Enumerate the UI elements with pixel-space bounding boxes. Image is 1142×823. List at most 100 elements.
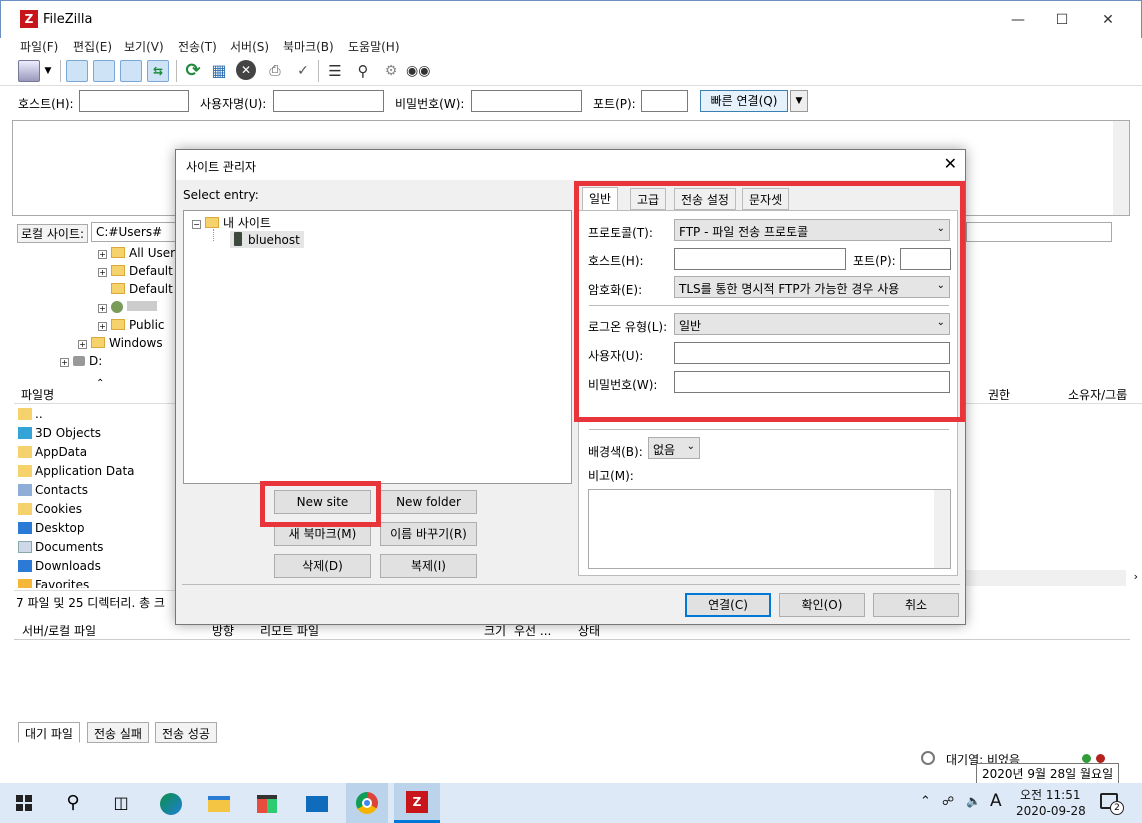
taskbar: ⚲ ◫ Z ⌃ ☍ 🔈 A 오전 11:51 2020-09-28 2	[0, 783, 1142, 823]
binoculars-icon[interactable]: ◉◉	[406, 60, 430, 82]
toggle-remote-tree-icon[interactable]	[120, 60, 142, 82]
column-filename[interactable]: 파일명	[21, 386, 54, 403]
tab-successful-transfers[interactable]: 전송 성공	[155, 722, 217, 743]
column-permissions[interactable]: 권한	[988, 386, 1010, 403]
list-item[interactable]: Documents	[18, 540, 103, 554]
menu-server[interactable]: 서버(S)	[230, 38, 269, 55]
menu-file[interactable]: 파일(F)	[20, 38, 58, 55]
list-item[interactable]: 3D Objects	[18, 426, 101, 440]
list-item[interactable]: Downloads	[18, 559, 101, 573]
menu-bookmarks[interactable]: 북마크(B)	[283, 38, 334, 55]
task-view-icon[interactable]: ◫	[110, 793, 132, 813]
store-icon[interactable]	[257, 795, 277, 813]
search-icon[interactable]: ⚲	[62, 793, 84, 813]
notification-icon[interactable]: 2	[1100, 793, 1124, 815]
password-input[interactable]	[471, 90, 582, 112]
maximize-button[interactable]: ☐	[1039, 7, 1085, 33]
toggle-local-tree-icon[interactable]	[93, 60, 115, 82]
sync-browsing-icon[interactable]: ⚲	[352, 60, 374, 82]
toggle-log-icon[interactable]	[66, 60, 88, 82]
refresh-icon[interactable]: ⟳	[182, 60, 204, 82]
quickconnect-history-dropdown[interactable]: ▼	[790, 90, 808, 112]
volume-icon[interactable]: 🔈	[966, 794, 981, 808]
port-label: 포트(P):	[593, 97, 636, 111]
menu-edit[interactable]: 편집(E)	[73, 38, 112, 55]
list-item[interactable]: Application Data	[18, 464, 135, 478]
port-input[interactable]	[641, 90, 688, 112]
close-button[interactable]: ✕	[1085, 7, 1131, 33]
tree-item-user[interactable]: +	[98, 300, 157, 314]
local-site-label: 로컬 사이트:	[17, 224, 89, 243]
dialog-close-icon[interactable]: ✕	[944, 156, 957, 172]
chevron-up-icon[interactable]: ⌃	[920, 794, 931, 809]
tree-item[interactable]: + Windows	[78, 336, 163, 350]
disconnect-icon[interactable]: ⎙	[264, 60, 286, 82]
cancel-button[interactable]: 취소	[873, 593, 959, 617]
status-bar: 대기열: 비었음	[0, 746, 1142, 770]
tree-item-drive[interactable]: + D:	[60, 354, 102, 368]
menu-view[interactable]: 보기(V)	[124, 38, 164, 55]
tab-queued-files[interactable]: 대기 파일	[18, 722, 80, 743]
filezilla-icon: Z	[20, 10, 38, 28]
list-item[interactable]: AppData	[18, 445, 87, 459]
clock-date[interactable]: 2020-09-28	[1016, 804, 1086, 818]
filezilla-taskbar-button[interactable]: Z	[394, 783, 440, 823]
comment-textarea[interactable]	[588, 489, 951, 569]
bgcolor-select[interactable]: 없음 ⌄	[648, 437, 700, 459]
column-owner-group[interactable]: 소유자/그룹	[1068, 386, 1127, 403]
list-item[interactable]: Favorites	[18, 578, 89, 588]
tree-item[interactable]: Default	[111, 282, 173, 296]
app-title: FileZilla	[43, 12, 93, 27]
delete-button[interactable]: 삭제(D)	[274, 554, 371, 578]
reconnect-icon[interactable]: ✓	[292, 60, 314, 82]
site-manager-dialog: 사이트 관리자 ✕ Select entry: − 내 사이트 bluehost …	[175, 149, 966, 625]
list-item[interactable]: Cookies	[18, 502, 82, 516]
tab-failed-transfers[interactable]: 전송 실패	[87, 722, 149, 743]
chevron-down-icon[interactable]: ▼	[41, 60, 55, 82]
site-manager-icon[interactable]	[18, 60, 40, 82]
tree-item-site[interactable]: bluehost	[230, 231, 304, 248]
compare-icon[interactable]: ⚙	[380, 60, 402, 82]
cancel-icon[interactable]: ✕	[236, 60, 256, 80]
log-scrollbar[interactable]	[1113, 121, 1129, 215]
menu-transfer[interactable]: 전송(T)	[178, 38, 217, 55]
title-bar: Z FileZilla — ☐ ✕	[0, 0, 1142, 38]
chrome-taskbar-button[interactable]	[346, 783, 388, 823]
column-server-local-file[interactable]: 서버/로컬 파일	[22, 622, 96, 639]
menu-help[interactable]: 도움말(H)	[348, 38, 400, 55]
rename-button[interactable]: 이름 바꾸기(R)	[380, 522, 477, 546]
host-input[interactable]	[79, 90, 189, 112]
remote-path-input[interactable]	[966, 222, 1112, 242]
list-item[interactable]: ..	[18, 407, 43, 421]
tree-item-my-sites[interactable]: − 내 사이트	[192, 214, 271, 231]
comment-scrollbar[interactable]	[934, 490, 950, 568]
username-input[interactable]	[273, 90, 384, 112]
new-folder-button[interactable]: New folder	[380, 490, 477, 514]
clock-time[interactable]: 오전 11:51	[1020, 786, 1080, 803]
mail-icon[interactable]	[306, 796, 328, 812]
comment-label: 비고(M):	[588, 469, 634, 483]
tree-item[interactable]: + All User	[98, 246, 175, 260]
quickconnect-button[interactable]: 빠른 연결(Q)	[700, 90, 788, 112]
minimize-button[interactable]: —	[995, 7, 1041, 33]
ime-indicator[interactable]: A	[990, 791, 1002, 811]
led-green-icon	[1082, 754, 1091, 763]
remote-hscrollbar[interactable]: ›	[966, 570, 1138, 586]
directory-listing-filter-icon[interactable]: ☰	[324, 60, 346, 82]
process-queue-icon[interactable]: ▦	[208, 60, 230, 82]
edge-icon[interactable]	[160, 793, 182, 815]
local-file-header: 파일명 ⌃	[14, 378, 176, 404]
list-item[interactable]: Contacts	[18, 483, 88, 497]
file-explorer-icon[interactable]	[208, 796, 230, 812]
tree-item[interactable]: + Default	[98, 264, 173, 278]
duplicate-button[interactable]: 복제(I)	[380, 554, 477, 578]
connect-button[interactable]: 연결(C)	[685, 593, 771, 617]
ok-button[interactable]: 확인(O)	[779, 593, 865, 617]
tree-item[interactable]: + Public	[98, 318, 165, 332]
menu-bar: 파일(F) 편집(E) 보기(V) 전송(T) 서버(S) 북마크(B) 도움말…	[0, 36, 1142, 56]
chevron-right-icon[interactable]: ›	[1134, 570, 1138, 583]
network-icon[interactable]: ☍	[942, 794, 954, 808]
list-item[interactable]: Desktop	[18, 521, 85, 535]
toggle-queue-icon[interactable]: ⇆	[147, 60, 169, 82]
windows-start-icon[interactable]	[16, 795, 32, 811]
